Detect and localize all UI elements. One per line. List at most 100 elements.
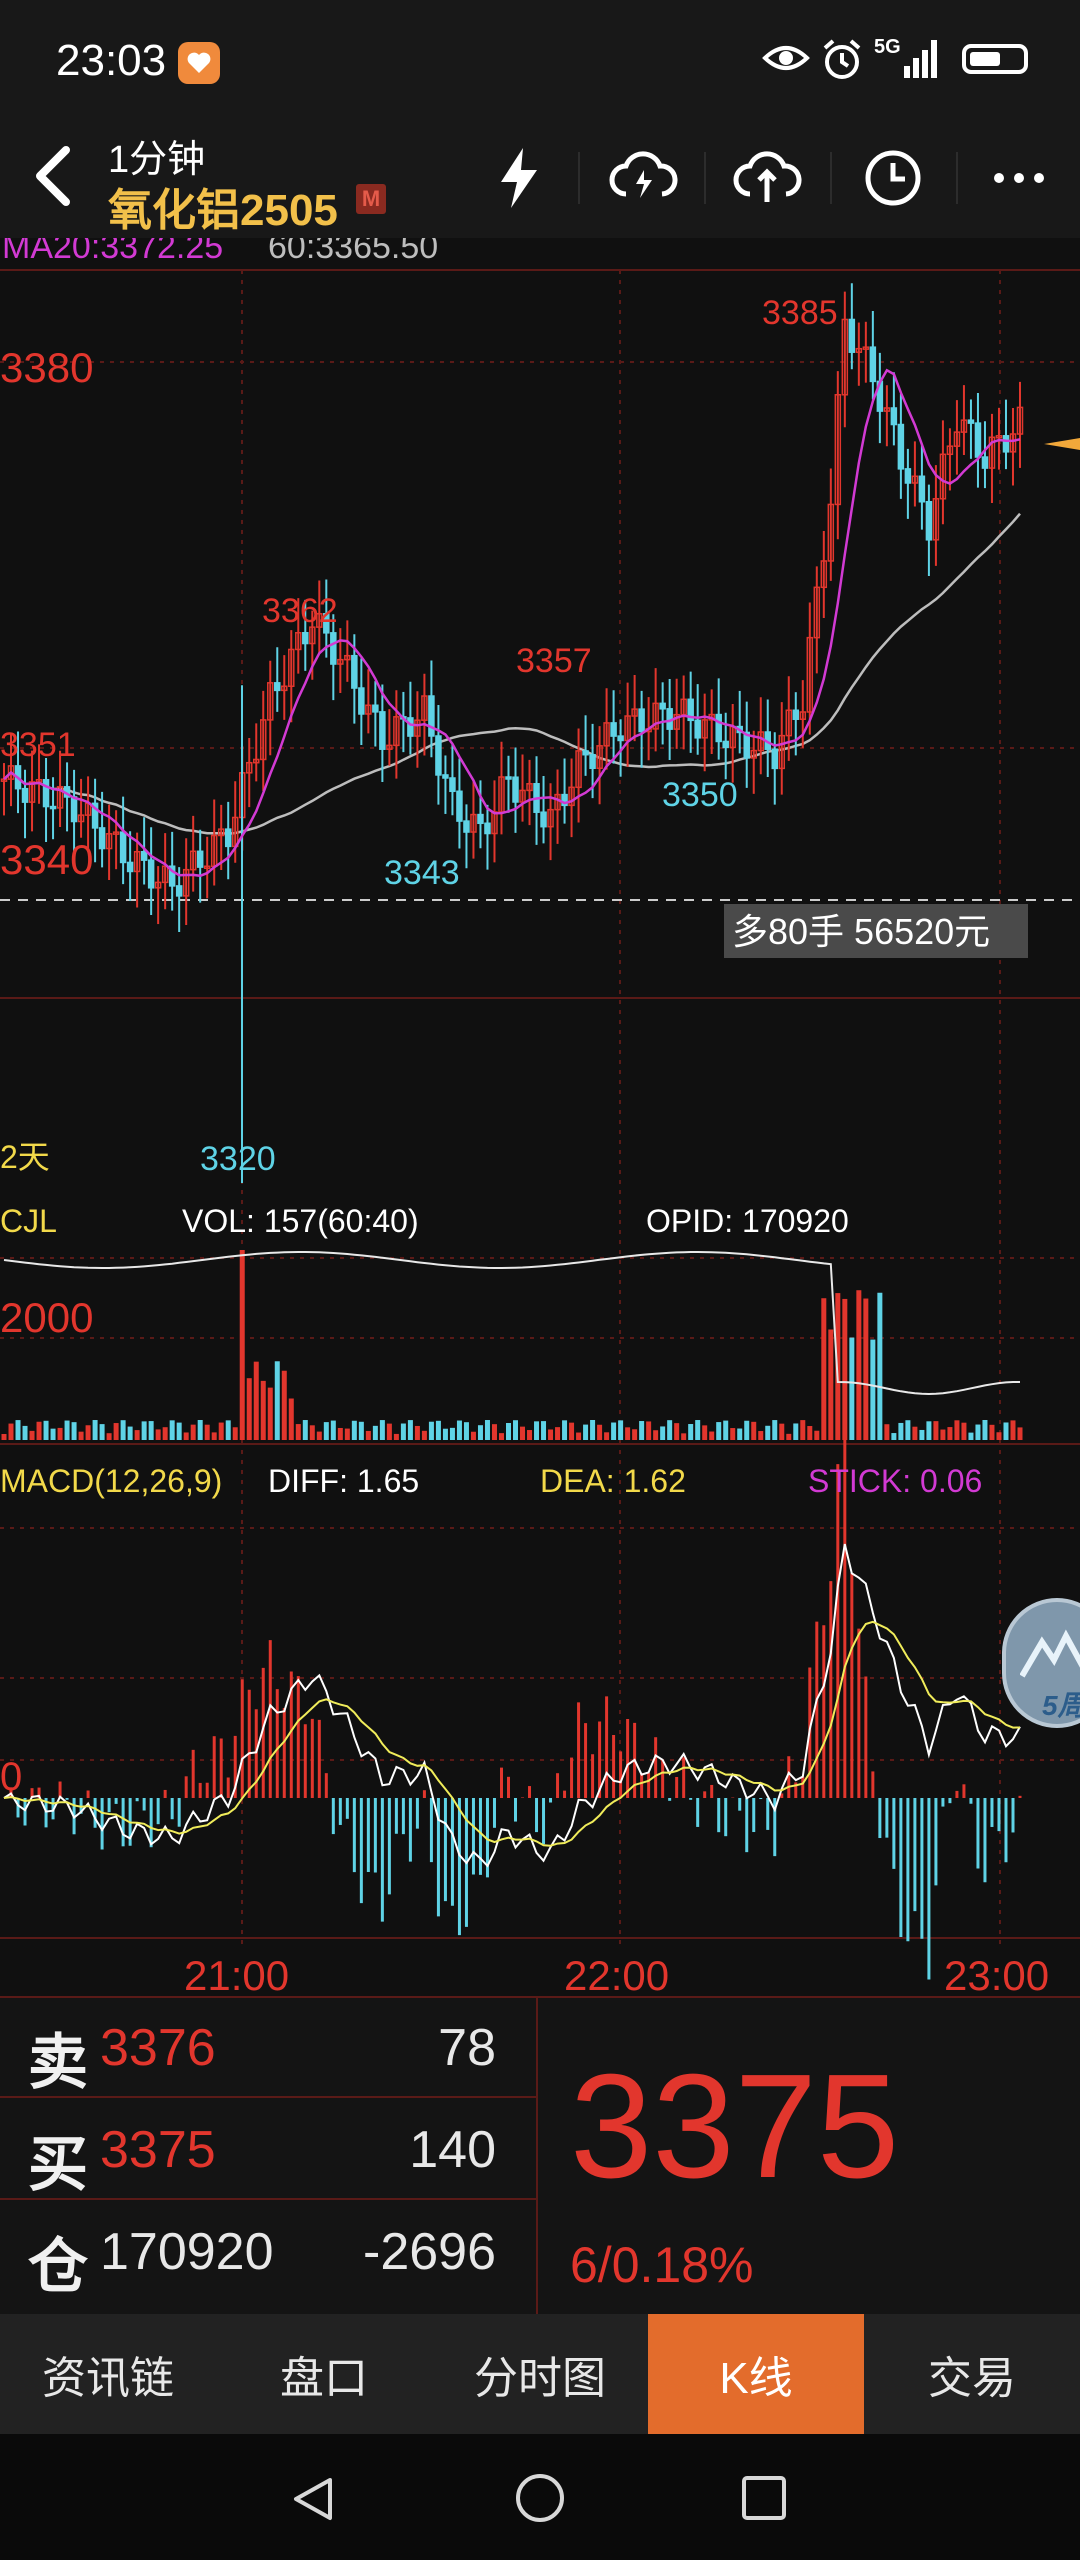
volume-bar: [849, 1337, 855, 1440]
volume-indicator-name[interactable]: CJL: [0, 1203, 57, 1239]
candle-body: [792, 709, 800, 720]
volume-bar: [379, 1420, 385, 1440]
oi-key: 仓: [28, 2233, 88, 2300]
range-label[interactable]: 2天: [0, 1139, 50, 1175]
volume-bar: [611, 1422, 617, 1440]
volume-bar: [8, 1423, 14, 1440]
volume-bar: [968, 1432, 974, 1440]
volume-bar: [218, 1422, 224, 1440]
volume-bar: [260, 1380, 266, 1440]
volume-bar: [786, 1433, 792, 1440]
candle-body: [274, 682, 281, 692]
volume-bar: [477, 1425, 483, 1440]
volume-bar: [442, 1428, 448, 1440]
volume-bar: [940, 1429, 946, 1440]
candle-body: [638, 708, 645, 733]
candle-body: [974, 422, 982, 458]
history-button[interactable]: [848, 138, 938, 218]
volume-bar: [520, 1426, 526, 1440]
contract-name[interactable]: 氧化铝2505: [108, 174, 338, 238]
cloud-upload-icon: [733, 151, 802, 202]
volume-bar: [120, 1420, 126, 1440]
volume-bar: [814, 1430, 820, 1440]
volume-bar: [527, 1430, 533, 1440]
volume-bar: [947, 1427, 953, 1440]
tab-news-chain[interactable]: 资讯链: [0, 2314, 216, 2434]
volume-bar: [428, 1421, 434, 1440]
buy-row[interactable]: 买 3375 140: [0, 2098, 536, 2200]
volume-bar: [309, 1425, 315, 1440]
volume-bar: [905, 1420, 911, 1440]
trade-tooltip: 多80手 56520元: [732, 911, 990, 952]
volume-bar: [351, 1420, 357, 1440]
oi-value: 170920: [100, 2223, 274, 2281]
nav-home-icon[interactable]: [514, 2472, 566, 2524]
volume-bar: [197, 1420, 203, 1440]
candle-body: [147, 859, 155, 889]
header: 1分钟 氧化铝2505 M: [0, 118, 1080, 238]
volume-bar: [772, 1420, 778, 1440]
eye-icon: [762, 38, 810, 83]
volume-bar: [400, 1423, 406, 1440]
tab-trade[interactable]: 交易: [864, 2314, 1080, 2434]
candle-body: [21, 787, 29, 803]
macd-lines: [3, 1543, 1021, 1868]
volume-bars: [1, 1250, 1023, 1440]
volume-bar: [281, 1370, 287, 1440]
sell-row[interactable]: 卖 3376 78: [0, 1996, 536, 2098]
buy-key: 买: [28, 2131, 88, 2198]
price-axis-label: 3340: [0, 836, 93, 883]
volume-bar: [569, 1422, 575, 1440]
sell-price: 3376: [100, 2019, 216, 2077]
volume-bar: [232, 1427, 238, 1440]
nav-back-icon[interactable]: [288, 2474, 338, 2524]
volume-bar: [807, 1426, 813, 1440]
price-axis-label: 3351: [0, 726, 76, 764]
volume-bar: [989, 1424, 995, 1440]
kline-chart[interactable]: MA20:3372.25 60:3365.50 3380 3351 3340 3…: [0, 238, 1080, 1996]
candle-body: [456, 790, 463, 822]
volume-bar: [155, 1429, 161, 1440]
cloud-condition-button[interactable]: [598, 138, 688, 218]
candle-body: [196, 850, 204, 868]
volume-bar: [330, 1420, 336, 1440]
candle-body: [126, 861, 134, 873]
tab-kline[interactable]: K线: [648, 2314, 864, 2434]
candle-body: [49, 805, 57, 810]
volume-bar: [842, 1298, 848, 1440]
volume-bar: [1017, 1427, 1023, 1440]
volume-bar: [695, 1420, 701, 1440]
volume-bar: [639, 1421, 645, 1440]
volume-bar: [744, 1420, 750, 1440]
volume-bar: [484, 1420, 490, 1440]
ma20-value: MA20:3372.25: [2, 238, 223, 266]
back-button[interactable]: [22, 136, 82, 216]
volume-bar: [996, 1432, 1002, 1440]
volume-bar: [239, 1250, 245, 1440]
volume-bar: [43, 1420, 49, 1440]
volume-bar: [176, 1422, 182, 1440]
candle-body: [617, 735, 624, 742]
macd-indicator-name[interactable]: MACD(12,26,9): [0, 1463, 222, 1499]
volume-bar: [793, 1423, 799, 1440]
diff-line: [3, 1543, 1021, 1868]
volume-bar: [50, 1428, 56, 1440]
sell-qty: 78: [438, 2019, 496, 2077]
bottom-tabs: 资讯链 盘口 分时图 K线 交易: [0, 2314, 1080, 2434]
volume-bar: [386, 1423, 392, 1440]
cloud-order-button[interactable]: [722, 138, 812, 218]
more-button[interactable]: [974, 138, 1064, 218]
candle-body: [140, 850, 148, 861]
macd-histogram: [9, 1429, 1022, 1980]
volume-value: VOL: 157(60:40): [182, 1203, 419, 1239]
tab-order-book[interactable]: 盘口: [216, 2314, 432, 2434]
volume-bar: [64, 1420, 70, 1440]
volume-bar: [127, 1426, 133, 1440]
flash-trade-button[interactable]: [474, 138, 564, 218]
time-label: 23:00: [944, 1952, 1049, 1996]
volume-bar: [919, 1429, 925, 1440]
last-price: 3375: [570, 2044, 900, 2209]
tab-time-sharing[interactable]: 分时图: [432, 2314, 648, 2434]
system-nav-bar: [0, 2434, 1080, 2560]
nav-recents-icon[interactable]: [740, 2474, 788, 2522]
